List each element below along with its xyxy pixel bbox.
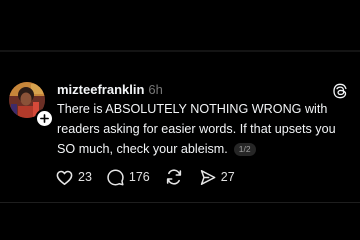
share-button[interactable]: 27	[198, 166, 235, 188]
action-bar: 23 176 27	[55, 166, 249, 188]
post-header: mizteefranklin 6h	[57, 82, 163, 97]
post-text: There is ABSOLUTELY NOTHING WRONG with r…	[57, 102, 336, 156]
share-count: 27	[220, 170, 235, 184]
page-indicator: 1/2	[233, 143, 256, 156]
repost-icon	[166, 169, 181, 185]
thread-post: mizteefranklin 6h There is ABSOLUTELY NO…	[0, 70, 360, 195]
like-button[interactable]: 23	[55, 166, 92, 188]
username[interactable]: mizteefranklin	[57, 82, 144, 97]
plus-icon	[40, 114, 49, 123]
reply-button[interactable]: 176	[106, 166, 150, 188]
top-divider	[0, 50, 360, 52]
comment-bubble-icon	[107, 169, 124, 185]
post-time: 6h	[148, 82, 163, 97]
repost-button[interactable]	[164, 166, 184, 188]
send-icon	[200, 169, 216, 185]
heart-icon	[56, 170, 73, 185]
like-count: 23	[78, 170, 92, 184]
post-body: There is ABSOLUTELY NOTHING WRONG with r…	[57, 99, 347, 159]
bottom-divider	[0, 202, 360, 203]
follow-button[interactable]	[35, 109, 54, 128]
reply-count: 176	[128, 170, 150, 184]
threads-logo-icon	[333, 83, 347, 99]
